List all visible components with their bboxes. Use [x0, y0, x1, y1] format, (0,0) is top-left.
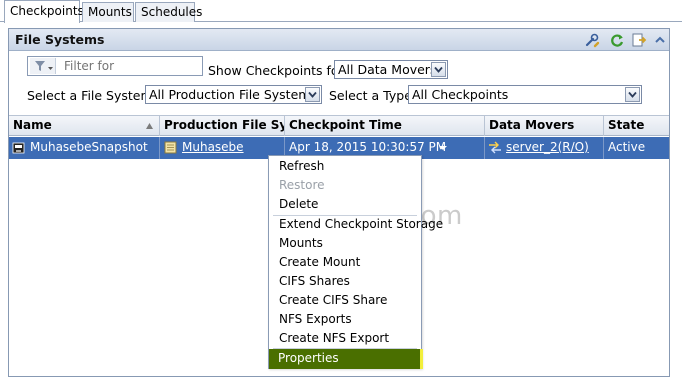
cell-checkpoint-time-text: Apr 18, 2015 10:30:57 PM	[289, 140, 447, 154]
panel-header: File Systems	[9, 29, 669, 51]
file-system-select-value: All Production File Systems	[149, 87, 317, 102]
file-system-label: Select a File System	[27, 88, 153, 103]
menu-item-mounts[interactable]: Mounts	[270, 234, 420, 253]
filter-box	[27, 56, 203, 76]
context-menu: Refresh Restore Delete Extend Checkpoint…	[268, 155, 443, 369]
menu-item-create-mount[interactable]: Create Mount	[270, 253, 420, 272]
type-select[interactable]: All Checkpoints	[408, 85, 642, 104]
production-fs-link[interactable]: Muhasebe	[182, 137, 244, 158]
tab-checkpoints[interactable]: Checkpoints	[4, 0, 84, 23]
refresh-icon[interactable]	[609, 32, 625, 48]
file-system-icon	[164, 141, 177, 154]
chevron-down-icon[interactable]	[431, 62, 446, 77]
file-system-select[interactable]: All Production File Systems	[145, 85, 322, 104]
cell-name-text: MuhasebeSnapshot	[30, 140, 148, 154]
tab-bar: Checkpoints Mounts Schedules	[0, 0, 682, 23]
collapse-icon[interactable]	[652, 32, 668, 48]
data-mover-link[interactable]: server_2(R/O)	[506, 137, 589, 158]
checkpoint-icon	[12, 142, 25, 154]
menu-item-properties[interactable]: Properties	[269, 349, 423, 369]
menu-item-create-cifs-share[interactable]: Create CIFS Share	[270, 291, 420, 310]
menu-item-refresh[interactable]: Refresh	[270, 157, 420, 176]
column-header-checkpoint-time[interactable]: Checkpoint Time	[285, 116, 485, 136]
cell-data-movers: server_2(R/O)	[485, 137, 604, 159]
export-icon[interactable]	[631, 32, 647, 48]
type-select-value: All Checkpoints	[412, 87, 509, 102]
type-label: Select a Type	[329, 88, 412, 103]
data-mover-select-value: All Data Movers	[338, 62, 437, 77]
table-header: Name Production File Syst... Checkpoint …	[9, 115, 669, 136]
wrench-icon[interactable]	[584, 32, 600, 48]
cell-state: Active	[608, 140, 646, 154]
panel-title: File Systems	[15, 32, 105, 47]
chevron-down-icon[interactable]	[438, 143, 448, 153]
menu-item-cifs-shares[interactable]: CIFS Shares	[270, 272, 420, 291]
menu-item-extend-checkpoint-storage[interactable]: Extend Checkpoint Storage	[270, 215, 443, 234]
cell-name: MuhasebeSnapshot	[9, 137, 160, 159]
column-header-production-fs[interactable]: Production File Syst...	[160, 116, 285, 136]
filter-input[interactable]	[58, 58, 198, 74]
chevron-down-icon[interactable]	[625, 87, 640, 102]
data-mover-select[interactable]: All Data Movers	[334, 60, 448, 79]
menu-item-restore[interactable]: Restore	[270, 176, 420, 195]
data-mover-icon	[489, 141, 501, 154]
cell-production-fs: Muhasebe	[160, 137, 285, 159]
column-header-data-movers[interactable]: Data Movers	[485, 116, 604, 136]
column-header-name[interactable]: Name	[9, 116, 160, 136]
tab-mounts[interactable]: Mounts	[82, 2, 134, 22]
show-checkpoints-label: Show Checkpoints for	[208, 63, 344, 78]
menu-item-delete[interactable]: Delete	[270, 195, 420, 214]
sort-ascending-icon	[146, 123, 153, 129]
tab-schedules[interactable]: Schedules	[135, 2, 202, 22]
column-header-state[interactable]: State	[604, 116, 669, 136]
menu-item-nfs-exports[interactable]: NFS Exports	[270, 310, 420, 329]
filter-funnel-icon[interactable]	[30, 58, 56, 74]
menu-item-create-nfs-export[interactable]: Create NFS Export	[270, 329, 420, 348]
chevron-down-icon[interactable]	[305, 87, 320, 102]
column-header-name-label: Name	[13, 118, 52, 132]
